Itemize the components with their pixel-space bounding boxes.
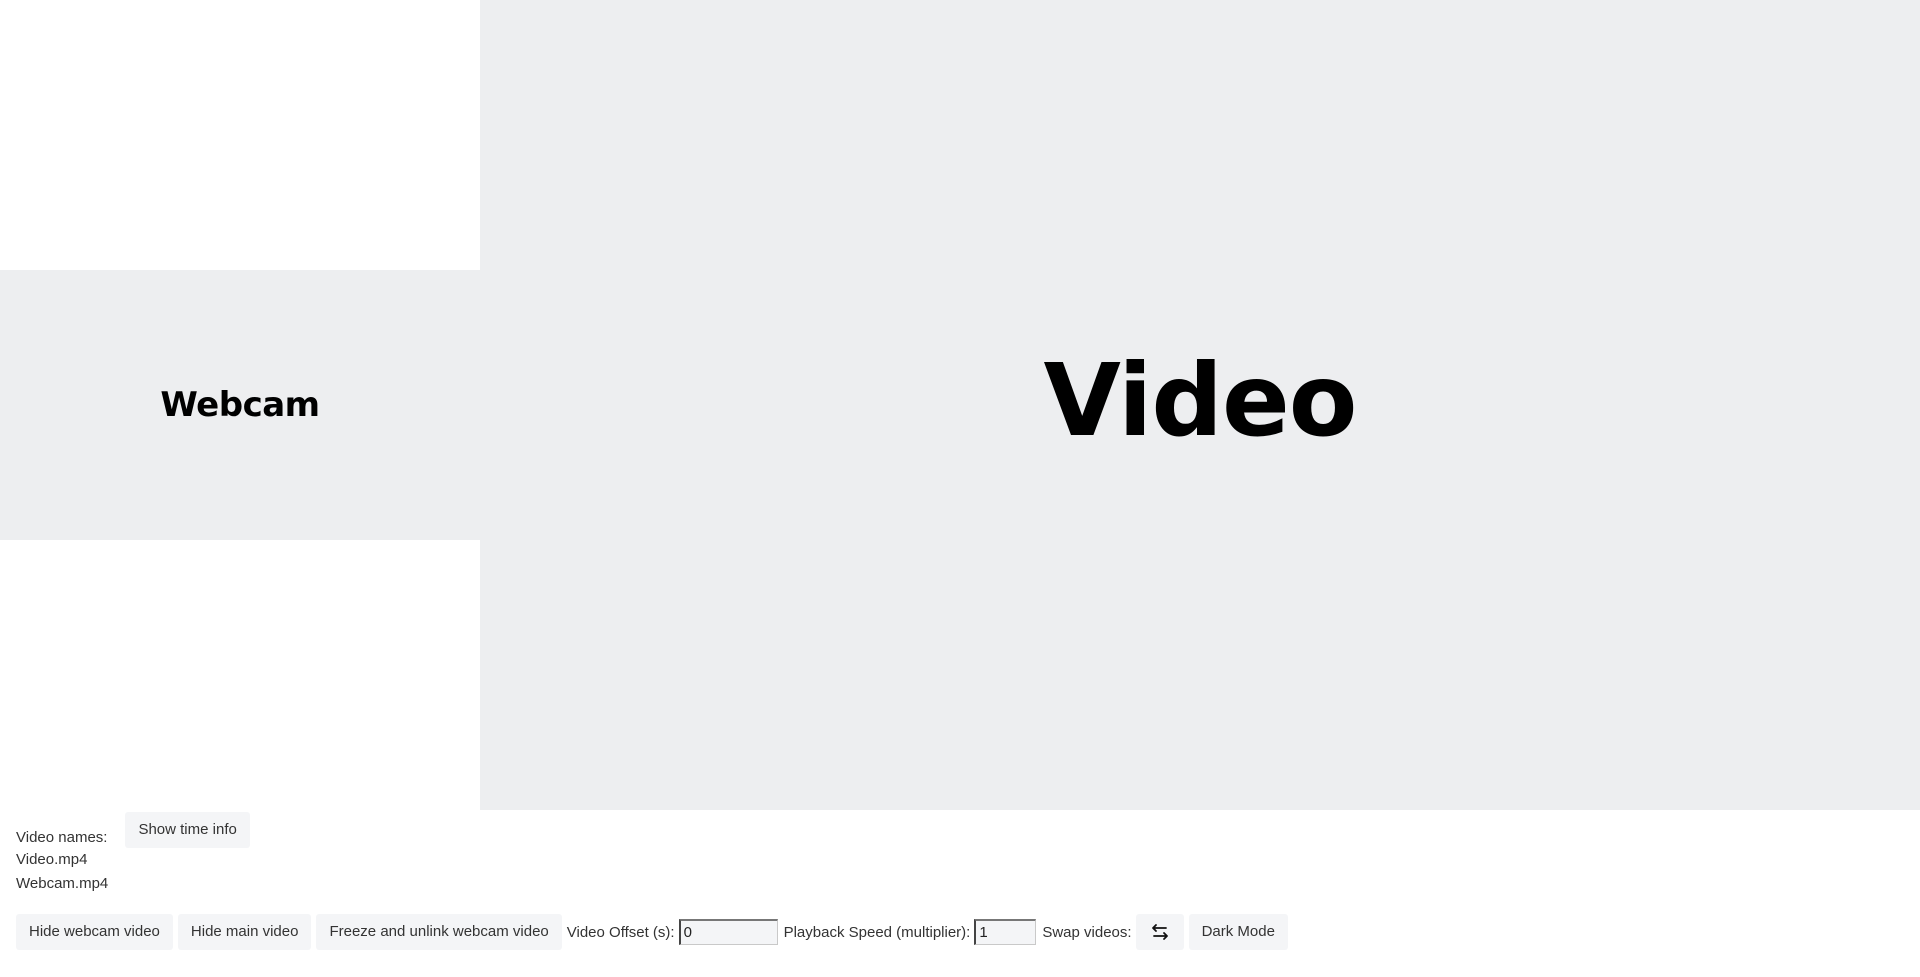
webcam-video-panel[interactable]: Webcam [0,270,480,540]
playback-speed-input[interactable] [974,919,1037,945]
dark-mode-button[interactable]: Dark Mode [1188,914,1288,950]
swap-videos-label: Swap videos: [1042,923,1132,941]
hide-main-video-button[interactable]: Hide main video [177,914,312,950]
file-name-webcam: Webcam.mp4 [16,875,109,892]
controls-bar: Hide webcam video Hide main video Freeze… [16,914,1293,950]
hide-webcam-button[interactable]: Hide webcam video [16,914,173,950]
main-video-label: Video [1043,341,1357,459]
freeze-unlink-webcam-button[interactable]: Freeze and unlink webcam video [316,914,562,950]
video-offset-label: Video Offset (s): [566,923,675,941]
webcam-label: Webcam [160,385,320,425]
show-time-info-button[interactable]: Show time info [125,812,250,848]
video-info-section: Video names: Show time info Video.mp4 We… [16,812,250,896]
swap-arrows-icon [1151,924,1168,940]
main-video-panel[interactable]: Video [480,0,1920,810]
video-stage: Webcam Video [0,0,1920,810]
video-names-row: Video names: Show time info [16,812,250,848]
playback-speed-label: Playback Speed (multiplier): [783,923,971,941]
video-names-label: Video names: [16,829,108,846]
swap-videos-button[interactable] [1135,914,1184,950]
file-name-video: Video.mp4 [16,851,88,868]
video-offset-input[interactable] [678,919,778,945]
